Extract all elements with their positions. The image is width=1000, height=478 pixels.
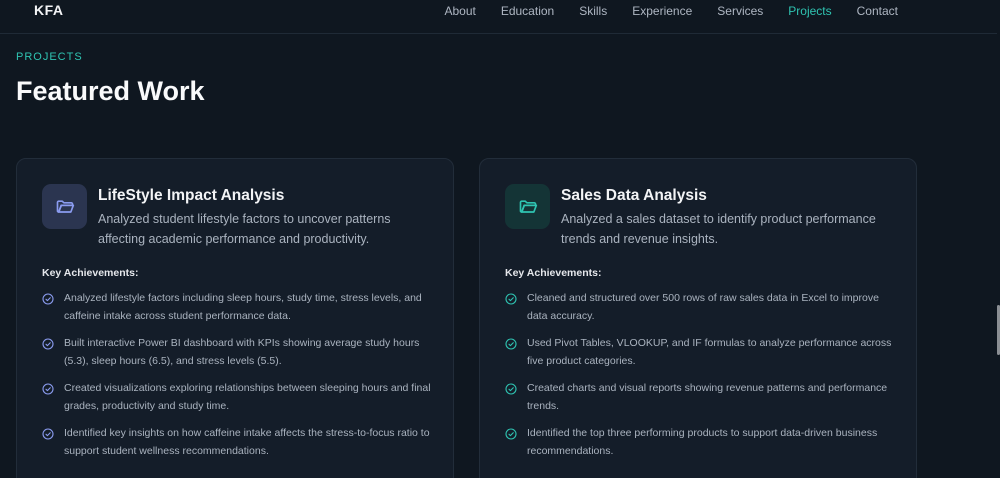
- achievement-item: Built interactive Power BI dashboard wit…: [42, 336, 437, 381]
- project-card[interactable]: LifeStyle Impact Analysis Analyzed stude…: [16, 158, 454, 478]
- achievement-item: Cleaned and structured over 500 rows of …: [505, 291, 900, 336]
- achievements-list: Analyzed lifestyle factors including sle…: [42, 291, 437, 471]
- achievement-text: Used Pivot Tables, VLOOKUP, and IF formu…: [527, 337, 892, 367]
- section-eyebrow: PROJECTS: [16, 51, 83, 63]
- achievements-heading: Key Achievements:: [505, 267, 602, 279]
- achievement-text: Analyzed lifestyle factors including sle…: [64, 292, 422, 322]
- achievement-text: Created visualizations exploring relatio…: [64, 382, 431, 412]
- project-title: LifeStyle Impact Analysis: [98, 187, 285, 204]
- achievements-heading: Key Achievements:: [42, 267, 139, 279]
- nav-link-education[interactable]: Education: [501, 3, 554, 19]
- check-circle-icon: [505, 293, 517, 305]
- achievement-text: Cleaned and structured over 500 rows of …: [527, 292, 879, 322]
- project-description: Analyzed student lifestyle factors to un…: [98, 212, 391, 246]
- site-logo[interactable]: KFA: [34, 2, 64, 18]
- project-title: Sales Data Analysis: [561, 187, 707, 204]
- achievement-item: Created visualizations exploring relatio…: [42, 381, 437, 426]
- achievements-list: Cleaned and structured over 500 rows of …: [505, 291, 900, 471]
- project-description: Analyzed a sales dataset to identify pro…: [561, 212, 876, 246]
- top-navbar: KFA About Education Skills Experience Se…: [0, 0, 1000, 34]
- achievement-item: Used Pivot Tables, VLOOKUP, and IF formu…: [505, 336, 900, 381]
- achievement-text: Created charts and visual reports showin…: [527, 382, 888, 412]
- nav-link-skills[interactable]: Skills: [579, 3, 607, 19]
- check-circle-icon: [505, 428, 517, 440]
- achievement-item: Created charts and visual reports showin…: [505, 381, 900, 426]
- achievement-text: Built interactive Power BI dashboard wit…: [64, 337, 420, 367]
- nav-link-about[interactable]: About: [444, 3, 475, 19]
- check-circle-icon: [505, 383, 517, 395]
- folder-icon: [42, 184, 87, 229]
- section-title: Featured Work: [16, 76, 205, 106]
- achievement-item: Analyzed lifestyle factors including sle…: [42, 291, 437, 336]
- check-circle-icon: [42, 428, 54, 440]
- check-circle-icon: [505, 338, 517, 350]
- project-card[interactable]: Sales Data Analysis Analyzed a sales dat…: [479, 158, 917, 478]
- nav-link-projects[interactable]: Projects: [788, 3, 831, 19]
- achievement-item: Identified the top three performing prod…: [505, 426, 900, 471]
- achievement-text: Identified the top three performing prod…: [527, 427, 878, 457]
- check-circle-icon: [42, 293, 54, 305]
- check-circle-icon: [42, 338, 54, 350]
- nav-links: About Education Skills Experience Servic…: [444, 3, 1000, 19]
- nav-link-contact[interactable]: Contact: [857, 3, 898, 19]
- achievement-item: Identified key insights on how caffeine …: [42, 426, 437, 471]
- folder-icon: [505, 184, 550, 229]
- check-circle-icon: [42, 383, 54, 395]
- achievement-text: Identified key insights on how caffeine …: [64, 427, 430, 457]
- nav-link-services[interactable]: Services: [717, 3, 763, 19]
- nav-link-experience[interactable]: Experience: [632, 3, 692, 19]
